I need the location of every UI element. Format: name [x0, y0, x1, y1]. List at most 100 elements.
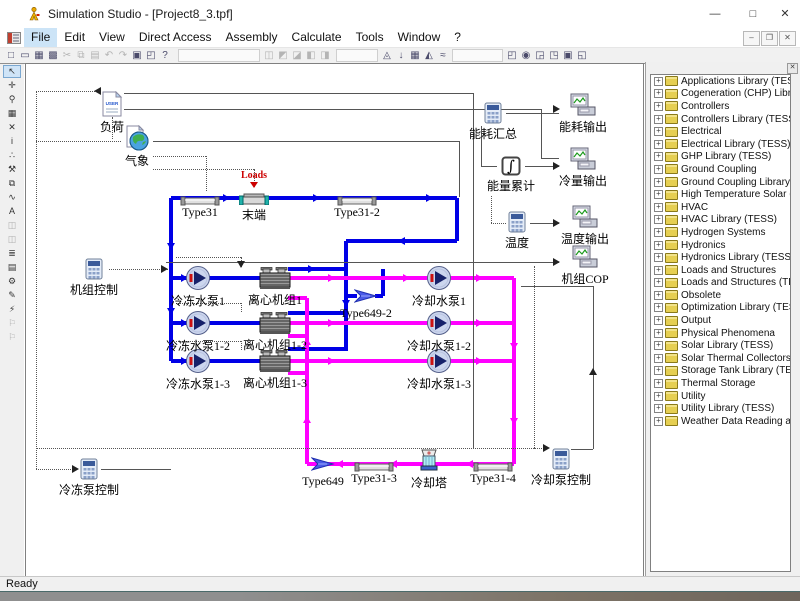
control-signal-line[interactable] — [491, 223, 506, 224]
pipe-chilled-water[interactable] — [381, 269, 385, 296]
tree-item-hvac-library-tess[interactable]: +HVAC Library (TESS) — [651, 214, 790, 227]
menu-item-calculate[interactable]: Calculate — [285, 28, 349, 47]
copy-proforma-tool-icon[interactable]: ⧉ — [3, 177, 21, 190]
parameter-tool-icon[interactable]: ⚒ — [3, 163, 21, 176]
control-signal-line[interactable] — [153, 156, 206, 157]
select-tool-icon[interactable]: ↖ — [3, 65, 21, 78]
tree-item-physical-phenomena[interactable]: +Physical Phenomena — [651, 327, 790, 340]
parameter-table-icon[interactable]: ▦ — [408, 49, 422, 62]
tree-item-applications-library-tess[interactable]: +Applications Library (TESS) — [651, 75, 790, 88]
tree-expand-icon[interactable]: + — [654, 89, 663, 98]
control-signal-line[interactable] — [36, 141, 121, 142]
control-signal-line[interactable] — [491, 196, 492, 223]
tree-item-utility-library-tess[interactable]: +Utility Library (TESS) — [651, 402, 790, 415]
connection-line[interactable] — [153, 141, 459, 142]
menu-item-direct-access[interactable]: Direct Access — [132, 28, 219, 47]
connection-line[interactable] — [541, 158, 559, 159]
tree-item-loads-and-structures-tess[interactable]: +Loads and Structures (TESS) — [651, 277, 790, 290]
tree-item-thermal-storage[interactable]: +Thermal Storage — [651, 377, 790, 390]
tree-expand-icon[interactable]: + — [654, 152, 663, 161]
tree-expand-icon[interactable]: + — [654, 404, 663, 413]
tree-item-utility[interactable]: +Utility — [651, 390, 790, 403]
tree-item-solar-library-tess[interactable]: +Solar Library (TESS) — [651, 339, 790, 352]
control-signal-line[interactable] — [534, 266, 535, 448]
run-tool-icon[interactable]: ⚡ — [3, 303, 21, 316]
tree-item-optimization-library-tess[interactable]: +Optimization Library (TESS) — [651, 302, 790, 315]
output-window-icon[interactable]: ◰ — [505, 49, 519, 62]
error-window-icon[interactable]: ◱ — [575, 49, 589, 62]
menu-item-assembly[interactable]: Assembly — [219, 28, 285, 47]
tree-expand-icon[interactable]: + — [654, 341, 663, 350]
open-icon[interactable]: ▭ — [18, 49, 32, 62]
connection-line[interactable] — [473, 93, 474, 448]
menu-item--[interactable]: ? — [447, 28, 468, 47]
tree-item-weather-data-reading-and-process[interactable]: +Weather Data Reading and Process — [651, 415, 790, 428]
connection-line[interactable] — [124, 93, 473, 94]
pan-tool-icon[interactable]: ✛ — [3, 79, 21, 92]
simulation-window-icon[interactable]: ▣ — [561, 49, 575, 62]
tree-item-solar-thermal-collectors[interactable]: +Solar Thermal Collectors — [651, 352, 790, 365]
print-icon[interactable]: ▣ — [130, 49, 144, 62]
tree-expand-icon[interactable]: + — [654, 190, 663, 199]
connection-line[interactable] — [506, 113, 559, 114]
control-signal-line[interactable] — [206, 156, 207, 191]
control-signal-line[interactable] — [176, 257, 241, 258]
pipe-chilled-water[interactable] — [455, 198, 459, 241]
tree-item-ghp-library-tess[interactable]: +GHP Library (TESS) — [651, 151, 790, 164]
project-canvas[interactable]: USER负荷气象Type31末端LoadsType31-2能耗汇总能耗输出∫能量… — [25, 63, 644, 578]
tree-expand-icon[interactable]: + — [654, 165, 663, 174]
tree-item-loads-and-structures[interactable]: +Loads and Structures — [651, 264, 790, 277]
text-tool-icon[interactable]: A — [3, 205, 21, 218]
close-button[interactable]: ✕ — [770, 4, 800, 24]
menu-item-window[interactable]: Window — [391, 28, 448, 47]
connection-line[interactable] — [101, 469, 171, 470]
control-signal-line[interactable] — [36, 469, 77, 470]
control-signal-line[interactable] — [36, 91, 101, 92]
mdi-restore-button[interactable]: ❐ — [761, 31, 778, 46]
link-tool-icon[interactable]: ∿ — [3, 191, 21, 204]
tree-item-obsolete[interactable]: +Obsolete — [651, 289, 790, 302]
tree-expand-icon[interactable]: + — [654, 253, 663, 262]
tree-item-ground-coupling[interactable]: +Ground Coupling — [651, 163, 790, 176]
connection-line[interactable] — [571, 449, 593, 450]
delete-tool-icon[interactable]: ✕ — [3, 121, 21, 134]
tree-item-hydrogen-systems[interactable]: +Hydrogen Systems — [651, 226, 790, 239]
control-signal-line[interactable] — [36, 448, 534, 449]
tree-expand-icon[interactable]: + — [654, 215, 663, 224]
menu-item-view[interactable]: View — [92, 28, 132, 47]
tree-expand-icon[interactable]: + — [654, 228, 663, 237]
tree-expand-icon[interactable]: + — [654, 241, 663, 250]
control-signal-line[interactable] — [153, 169, 254, 170]
tree-item-storage-tank-library-tess[interactable]: +Storage Tank Library (TESS) — [651, 365, 790, 378]
tree-expand-icon[interactable]: + — [654, 178, 663, 187]
tree-expand-icon[interactable]: + — [654, 379, 663, 388]
tree-expand-icon[interactable]: + — [654, 115, 663, 124]
pipe-chilled-water[interactable] — [288, 311, 346, 315]
tree-item-electrical[interactable]: +Electrical — [651, 125, 790, 138]
tree-expand-icon[interactable]: + — [654, 140, 663, 149]
tree-expand-icon[interactable]: + — [654, 102, 663, 111]
mdi-minimize-button[interactable]: – — [743, 31, 760, 46]
tree-expand-icon[interactable]: + — [654, 417, 663, 426]
trace-icon[interactable]: ≈ — [436, 49, 450, 62]
control-signal-line[interactable] — [241, 303, 242, 312]
tree-item-hydronics[interactable]: +Hydronics — [651, 239, 790, 252]
tree-item-electrical-library-tess[interactable]: +Electrical Library (TESS) — [651, 138, 790, 151]
mdi-close-button[interactable]: ✕ — [779, 31, 796, 46]
menu-item-edit[interactable]: Edit — [57, 28, 92, 47]
tree-item-cogeneration-chp-library-tess[interactable]: +Cogeneration (CHP) Library (TESS) — [651, 88, 790, 101]
print-preview-icon[interactable]: ◰ — [144, 49, 158, 62]
menu-item-tools[interactable]: Tools — [349, 28, 391, 47]
tree-expand-icon[interactable]: + — [654, 366, 663, 375]
print-region-tool-icon[interactable]: ▤ — [3, 261, 21, 274]
settings-tool-icon[interactable]: ⚙ — [3, 275, 21, 288]
connection-line[interactable] — [541, 109, 542, 158]
info-tool-icon[interactable]: i — [3, 135, 21, 148]
component-order-icon[interactable]: ◭ — [422, 49, 436, 62]
menu-item-file[interactable]: File — [24, 28, 57, 47]
minimize-button[interactable]: — — [700, 4, 730, 24]
tree-expand-icon[interactable]: + — [654, 127, 663, 136]
tree-expand-icon[interactable]: + — [654, 203, 663, 212]
lock-window-icon[interactable]: ◳ — [547, 49, 561, 62]
control-signal-line[interactable] — [109, 269, 168, 270]
